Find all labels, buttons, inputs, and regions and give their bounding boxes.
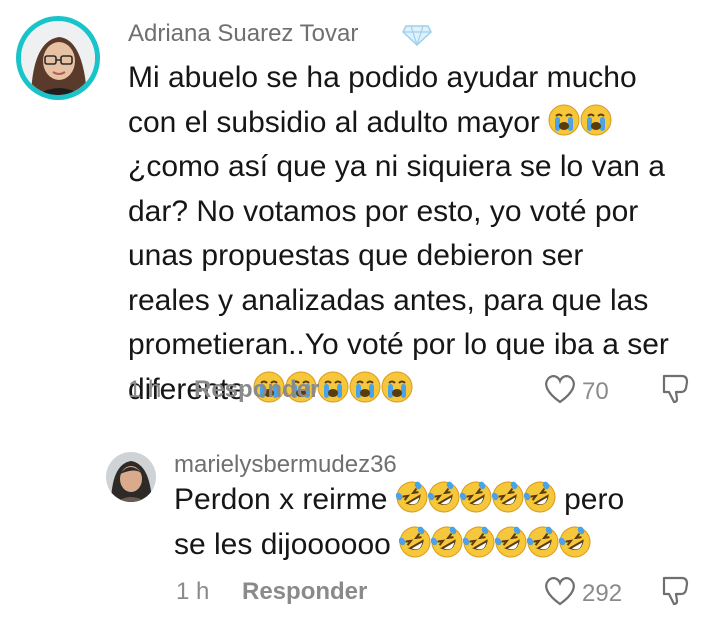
rofl-emoji <box>459 481 492 513</box>
loudly-crying-face-emoji <box>580 103 613 136</box>
comment-text: Mi abuelo se ha podido ayudar mucho con e… <box>128 56 708 412</box>
rofl-emoji <box>431 525 464 558</box>
rofl-emoji <box>399 525 432 558</box>
rofl-emoji <box>559 525 592 558</box>
comment-line: dar? No votamos por esto, yo voté por <box>128 194 639 228</box>
rofl-emoji <box>463 525 496 558</box>
comment-line: ¿como así que ya ni siquiera se lo van a <box>128 150 665 183</box>
avatar[interactable] <box>21 21 95 95</box>
like-count: 292 <box>582 580 623 607</box>
avatar-image <box>106 452 156 502</box>
reply-button[interactable]: Responder <box>242 578 367 606</box>
comment-line: prometieran..Yo voté por lo que iba a se… <box>128 328 669 361</box>
loudly-crying-face-emoji <box>381 370 414 403</box>
comment-timestamp: 1 h <box>128 376 162 403</box>
avatar[interactable] <box>106 452 156 502</box>
heart-icon[interactable] <box>542 372 578 404</box>
comment-timestamp: 1 h <box>176 578 210 605</box>
rofl-emoji <box>427 481 460 513</box>
comment-username[interactable]: Adriana Suarez Tovar <box>128 20 358 48</box>
comment-line: unas propuestas que debieron ser <box>128 239 584 272</box>
comment-line: se les dijoooooo <box>174 527 391 561</box>
heart-icon[interactable] <box>542 574 578 606</box>
comment-line: Perdon x reirme <box>174 483 388 516</box>
loudly-crying-face-emoji <box>349 370 382 403</box>
comment-line: reales y analizadas antes, para que las <box>128 283 649 317</box>
comment-username[interactable]: marielysbermudez36 <box>174 451 397 479</box>
comment-line: Mi abuelo se ha podido ayudar mucho <box>128 61 637 94</box>
loudly-crying-face-emoji <box>548 103 581 136</box>
rofl-emoji <box>523 481 556 513</box>
dislike-icon[interactable] <box>660 372 692 404</box>
comment-line: con el subsidio al adulto mayor <box>128 105 540 139</box>
rofl-emoji <box>491 481 524 513</box>
comment-line: pero <box>564 483 625 516</box>
dislike-icon[interactable] <box>660 574 692 606</box>
loudly-crying-face-emoji <box>317 370 350 403</box>
rofl-emoji <box>527 525 560 558</box>
diamond-icon <box>402 25 432 46</box>
reply-button[interactable]: Responder <box>194 376 319 404</box>
like-count: 70 <box>582 378 609 405</box>
comment-text: Perdon x reirme pero se les dijoooooo <box>174 478 704 567</box>
rofl-emoji <box>495 525 528 558</box>
rofl-emoji <box>395 481 428 513</box>
avatar-image <box>21 21 95 95</box>
